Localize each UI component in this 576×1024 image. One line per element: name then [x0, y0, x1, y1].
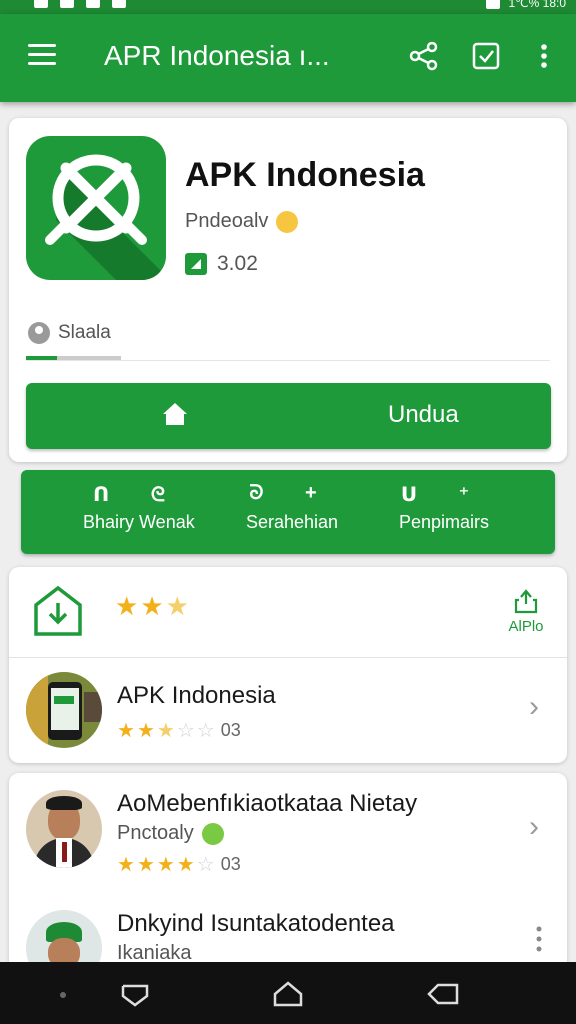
hamburger-menu-icon[interactable]	[28, 44, 56, 68]
action-penpimairs[interactable]: ᑌ ⁺ Penpimairs	[389, 482, 499, 533]
rating-text: 03	[220, 720, 241, 740]
app-logo-icon	[45, 154, 166, 280]
action-icon: ᑌ ⁺	[400, 484, 488, 506]
user-avatar	[26, 790, 102, 868]
upload-share-icon	[514, 589, 538, 614]
list-item[interactable]: Dnkyind Isuntakatodentea Ikaniaka	[9, 900, 567, 962]
version-number: 3.02	[217, 252, 258, 275]
divider	[26, 360, 550, 361]
star-icon: ★	[117, 719, 135, 742]
notification-icon	[34, 0, 48, 8]
star-icon: ★	[156, 719, 175, 742]
action-label: Penpimairs	[398, 512, 490, 532]
star-icon: ☆	[176, 719, 195, 742]
download-icon[interactable]	[33, 585, 83, 637]
action-serahehian[interactable]: ᘐ + Serahehian	[237, 482, 347, 533]
install-status: Slaala	[28, 322, 111, 344]
list-item-title: AoMebenfıkiaotkataa Nietay	[117, 790, 418, 817]
developer-name: Pndeoalv	[185, 210, 269, 232]
app-rating-stars: ★ ★ ★	[115, 593, 189, 619]
recents-icon[interactable]	[120, 982, 150, 1008]
more-vert-icon[interactable]	[533, 924, 545, 954]
system-navigation-bar	[0, 962, 576, 1024]
list-item-title: APK Indonesia	[117, 682, 276, 709]
action-icon: ᑎ ᘓ	[93, 484, 183, 506]
smiley-emoji-icon	[201, 822, 224, 845]
list-item-subtitle: Pnctoaly	[117, 822, 224, 845]
chevron-right-icon: ›	[529, 810, 539, 843]
app-bar: APR Indonesia ı...	[0, 14, 576, 102]
action-icon: ᘐ +	[249, 482, 335, 504]
star-icon: ★	[140, 591, 164, 621]
star-icon: ★	[136, 853, 155, 876]
install-status-label: Slaala	[58, 322, 111, 343]
app-name: APK Indonesia	[185, 156, 425, 194]
share-icon[interactable]	[408, 40, 440, 72]
install-button[interactable]: Undua	[26, 383, 551, 449]
app-thumbnail	[26, 672, 102, 748]
system-icons: 1℃% 18:0	[486, 0, 566, 10]
share-app-button[interactable]: AlPlo	[500, 588, 552, 635]
star-icon: ★	[165, 591, 189, 621]
star-icon: ★	[117, 853, 135, 876]
install-button-label: Undua	[388, 401, 459, 428]
check-box-icon[interactable]	[470, 40, 502, 72]
row-separator	[9, 657, 567, 658]
list-item-rating: ★ ★ ★ ☆ ☆ 03	[117, 720, 241, 741]
progress-fill	[26, 356, 58, 360]
star-icon: ★	[115, 591, 139, 621]
chevron-right-icon: ›	[529, 690, 539, 723]
share-label: AlPlo	[508, 618, 544, 635]
notification-icon	[86, 0, 100, 8]
dot-indicator	[60, 992, 66, 998]
list-item-title: Dnkyind Isuntakatodentea	[117, 910, 395, 937]
rating-text: 03	[220, 854, 241, 874]
more-vert-icon[interactable]	[528, 40, 560, 72]
list-item-subtitle: Ikaniaka	[117, 942, 192, 962]
version-badge-icon	[185, 253, 207, 275]
app-icon[interactable]	[26, 136, 166, 280]
action-label: Serahehian	[245, 512, 339, 532]
subtitle-text: Pnctoaly	[117, 822, 194, 844]
back-icon[interactable]	[426, 982, 460, 1006]
app-version: 3.02	[185, 252, 258, 276]
status-time: 1℃% 18:0	[508, 0, 566, 10]
action-label: Bhairy Wenak	[83, 512, 195, 532]
star-icon: ★	[156, 853, 175, 876]
user-avatar	[26, 910, 102, 962]
star-icon: ☆	[196, 853, 215, 876]
home-icon	[163, 403, 187, 425]
notification-icons	[34, 0, 126, 8]
list-item[interactable]: APK Indonesia ★ ★ ★ ☆ ☆ 03 ›	[9, 660, 567, 760]
download-progress-bar	[26, 356, 121, 360]
list-item-rating: ★ ★ ★ ★ ☆ 03	[117, 854, 241, 875]
notification-icon	[60, 0, 74, 8]
user-icon	[28, 322, 50, 344]
smiley-emoji-icon	[276, 210, 299, 233]
list-item[interactable]: AoMebenfıkiaotkataa Nietay Pnctoaly ★ ★ …	[9, 780, 567, 890]
app-bar-title: APR Indonesia ı...	[104, 40, 330, 71]
signal-icon	[486, 0, 501, 9]
app-developer: Pndeoalv	[185, 210, 299, 233]
action-bar: ᑎ ᘓ Bhairy Wenak ᘐ + Serahehian ᑌ ⁺ Penp…	[21, 470, 555, 554]
star-icon: ★	[176, 853, 195, 876]
notification-icon	[112, 0, 126, 8]
status-bar: 1℃% 18:0	[0, 0, 576, 14]
home-nav-icon[interactable]	[272, 980, 304, 1008]
star-icon: ★	[136, 719, 155, 742]
action-bhairy-wenak[interactable]: ᑎ ᘓ Bhairy Wenak	[83, 482, 195, 533]
star-icon: ☆	[196, 719, 215, 742]
